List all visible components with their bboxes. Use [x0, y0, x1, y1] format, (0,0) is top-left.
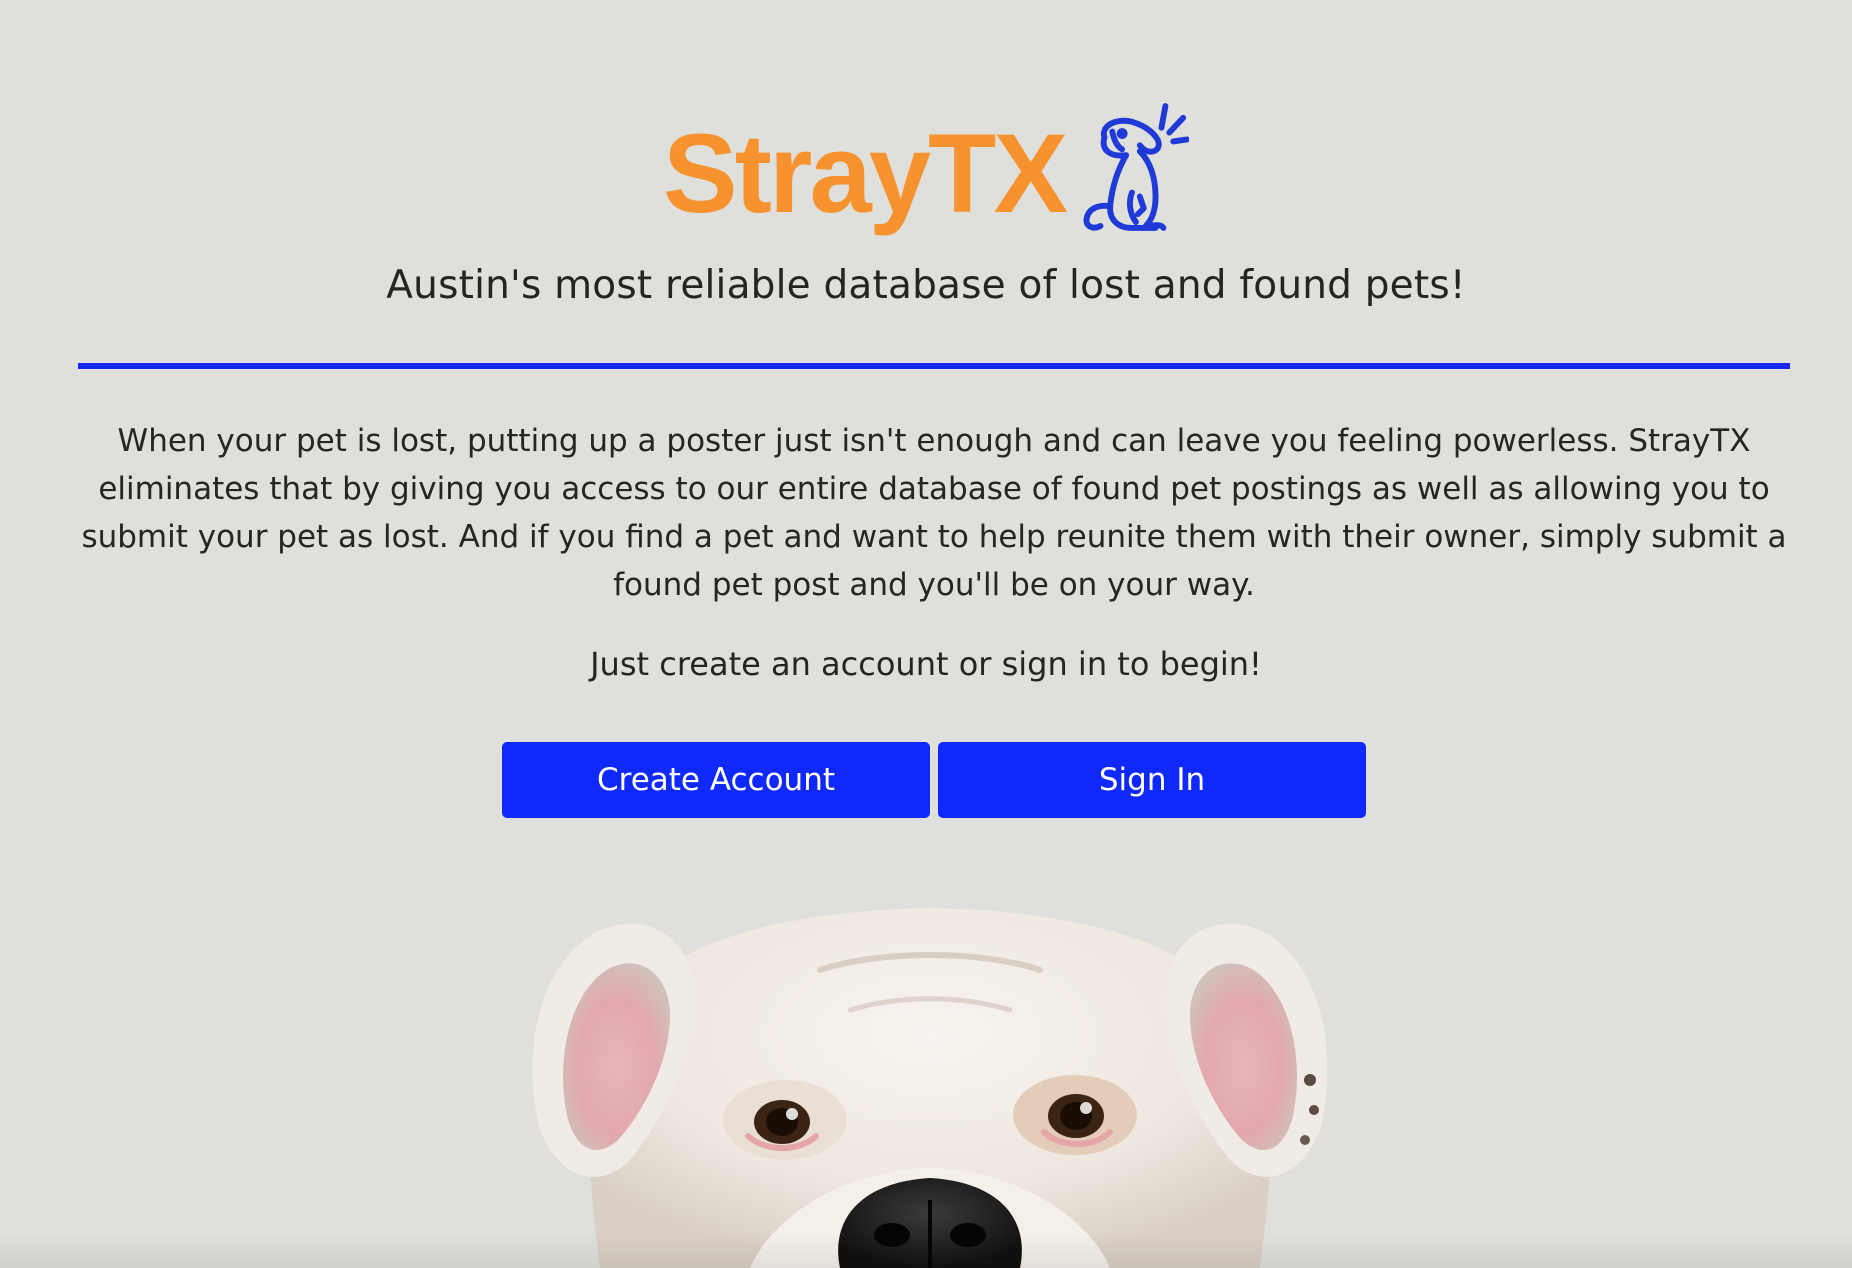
sign-in-button[interactable]: Sign In [938, 742, 1366, 818]
intro-paragraph: When your pet is lost, putting up a post… [81, 423, 1787, 603]
bulldog-illustration [532, 908, 1328, 1268]
call-to-action-text: Just create an account or sign in to beg… [590, 645, 1262, 683]
dog-icon [1083, 103, 1190, 231]
tagline: Austin's most reliable database of lost … [386, 263, 1466, 308]
logo-text: StrayTX [662, 111, 1068, 236]
create-account-button[interactable]: Create Account [502, 742, 930, 818]
logo: StrayTX [0, 78, 1852, 238]
landing-page: StrayTX Austin's most reliable database … [0, 0, 1852, 1268]
bulldog-photo [520, 900, 1340, 1268]
divider [78, 363, 1790, 369]
